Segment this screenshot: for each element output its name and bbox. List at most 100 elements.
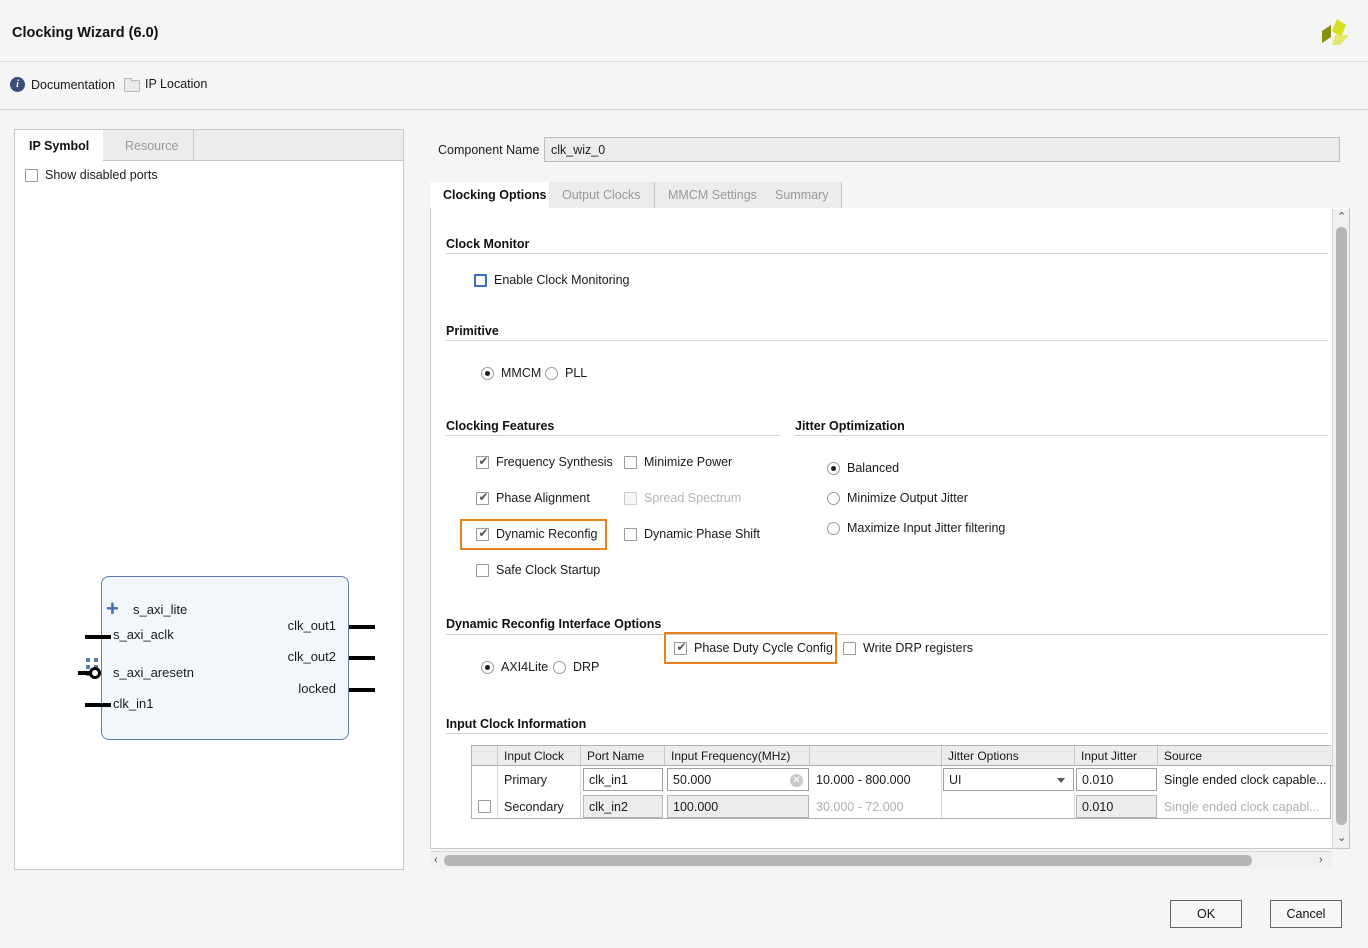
ok-button[interactable]: OK [1170,900,1242,928]
table-header-input-clock-label: Input Clock [504,748,565,763]
tab-output-clocks-label: Output Clocks [562,188,641,202]
phase-alignment-row[interactable]: Phase Alignment [476,490,590,505]
cancel-button[interactable]: Cancel [1270,900,1342,928]
jitter-balanced-radio[interactable] [827,461,840,475]
left-tab-strip: IP Symbol Resource [15,130,403,162]
input-clock-table: Input Clock Port Name Input Frequency(MH… [471,745,1332,820]
table-header-select [472,746,498,766]
port-label-locked: locked [298,681,336,696]
dynamic-reconfig-checkbox[interactable] [476,526,490,541]
jitter-maximize-input-radio[interactable] [827,521,840,535]
write-drp-registers-checkbox[interactable] [843,641,856,655]
table-row-secondary-select[interactable] [472,793,498,820]
dynamic-phase-shift-label: Dynamic Phase Shift [644,527,761,541]
primary-jitter-options-select[interactable]: UI [943,768,1074,791]
clock-monitor-heading: Clock Monitor [446,237,530,251]
enable-clock-monitoring-label: Enable Clock Monitoring [494,273,630,287]
jitter-balanced-option[interactable]: Balanced [827,461,899,475]
jitter-maximize-input-option[interactable]: Maximize Input Jitter filtering [827,521,1005,535]
primary-port-name-field[interactable]: clk_in1 [583,768,663,791]
jitter-minimize-output-radio[interactable] [827,491,840,505]
secondary-enable-checkbox[interactable] [478,800,491,813]
port-label-s-axi-lite: s_axi_lite [133,602,188,617]
pin-s-axi-aclk [85,635,111,639]
plus-expand-icon[interactable]: + [106,598,119,620]
dynamic-phase-shift-checkbox[interactable] [624,527,637,541]
enable-clock-monitoring-checkbox[interactable] [474,273,487,287]
documentation-link[interactable]: i Documentation [10,77,115,92]
table-row-secondary-jitter-options [942,793,1075,820]
table-row-secondary-source: Single ended clock capabl... [1164,799,1320,814]
write-drp-registers-row[interactable]: Write DRP registers [843,641,973,655]
show-disabled-ports-checkbox[interactable] [25,168,38,182]
tab-clocking-options[interactable]: Clocking Options [430,182,560,208]
pin-locked [349,688,375,692]
safe-clock-startup-row[interactable]: Safe Clock Startup [476,563,600,577]
port-label-s-axi-aclk: s_axi_aclk [113,627,174,642]
tab-output-clocks[interactable]: Output Clocks [549,182,655,208]
dynamic-reconfig-row[interactable]: Dynamic Reconfig [476,526,597,541]
frequency-synthesis-row[interactable]: Frequency Synthesis [476,454,613,469]
ip-symbol-panel: IP Symbol Resource Show disabled ports +… [14,129,404,870]
jitter-balanced-label: Balanced [847,461,900,475]
amd-xilinx-logo-icon [1322,19,1349,45]
minimize-power-checkbox[interactable] [624,455,637,469]
primitive-pll-radio[interactable] [545,366,558,380]
minimize-power-row[interactable]: Minimize Power [624,455,732,469]
spread-spectrum-label: Spread Spectrum [644,491,742,505]
secondary-input-jitter-field: 0.010 [1076,795,1157,818]
primary-input-frequency-field[interactable]: 50.000 ✕ [667,768,809,791]
primitive-mmcm-label: MMCM [501,366,542,380]
interface-axi4lite-option[interactable]: AXI4Lite [481,660,548,674]
jitter-maximize-input-label: Maximize Input Jitter filtering [847,521,1006,535]
chevron-down-icon[interactable]: ⌄ [1337,831,1346,844]
clock-monitor-rule [446,253,1328,254]
jitter-minimize-output-label: Minimize Output Jitter [847,491,968,505]
interface-axi4lite-radio[interactable] [481,660,494,674]
frequency-synthesis-label: Frequency Synthesis [496,455,613,469]
tab-mmcm-settings-label: MMCM Settings [668,188,757,202]
chevron-right-icon[interactable]: › [1319,854,1323,866]
chevron-up-icon[interactable]: ⌃ [1337,210,1346,223]
horizontal-scrollbar[interactable]: ‹ › [431,851,1332,868]
table-header-input-frequency: Input Frequency(MHz) [665,746,810,766]
primitive-mmcm-option[interactable]: MMCM [481,366,541,380]
phase-duty-cycle-config-checkbox[interactable] [674,640,688,655]
primitive-mmcm-radio[interactable] [481,366,494,380]
clear-circle-icon[interactable]: ✕ [790,774,803,787]
primary-input-jitter-field[interactable]: 0.010 [1076,768,1157,791]
chevron-down-icon[interactable] [1057,778,1065,783]
ip-location-link[interactable]: IP Location [124,77,207,92]
folder-icon [124,78,140,92]
tab-mmcm-settings[interactable]: MMCM Settings [655,182,771,208]
chevron-left-icon[interactable]: ‹ [434,854,438,866]
vertical-scrollbar[interactable]: ⌃ ⌄ [1332,209,1349,848]
component-name-input[interactable]: clk_wiz_0 [544,137,1340,162]
table-header-jitter-options: Jitter Options [942,746,1075,766]
jitter-minimize-output-option[interactable]: Minimize Output Jitter [827,491,968,505]
phase-duty-cycle-config-row[interactable]: Phase Duty Cycle Config [674,640,833,655]
safe-clock-startup-label: Safe Clock Startup [496,563,601,577]
enable-clock-monitoring-row[interactable]: Enable Clock Monitoring [474,273,630,287]
frequency-synthesis-checkbox[interactable] [476,454,490,469]
interface-drp-option[interactable]: DRP [553,660,599,674]
vertical-scrollbar-thumb[interactable] [1336,227,1347,825]
show-disabled-ports-row[interactable]: Show disabled ports [25,168,158,182]
safe-clock-startup-checkbox[interactable] [476,563,489,577]
dynamic-phase-shift-row[interactable]: Dynamic Phase Shift [624,527,760,541]
tab-clocking-options-label: Clocking Options [443,188,547,202]
tab-strip: Clocking Options Output Clocks MMCM Sett… [430,182,1350,208]
tab-ip-symbol[interactable]: IP Symbol [15,130,104,162]
table-row-primary-select [472,766,498,793]
table-header-jitter-options-label: Jitter Options [948,748,1019,763]
horizontal-scrollbar-thumb[interactable] [444,855,1252,866]
tab-resource[interactable]: Resource [111,130,194,161]
interface-drp-radio[interactable] [553,660,566,674]
jitter-optimization-heading: Jitter Optimization [795,419,905,433]
port-label-s-axi-aresetn: s_axi_aresetn [113,665,194,680]
table-header-input-jitter-label: Input Jitter [1081,748,1138,763]
primitive-pll-option[interactable]: PLL [545,366,587,380]
port-label-clk-out1: clk_out1 [287,618,336,633]
tab-summary[interactable]: Summary [762,182,843,208]
phase-alignment-checkbox[interactable] [476,490,490,505]
